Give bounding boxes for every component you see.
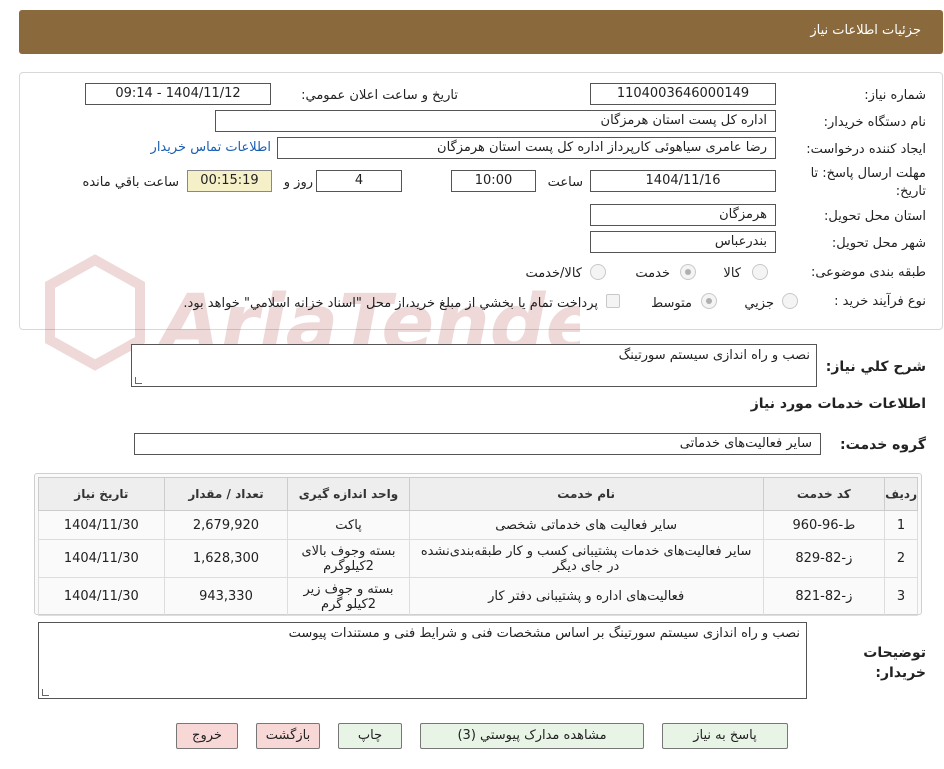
print-button[interactable]: چاپ — [338, 723, 402, 749]
category-both-label: کالا/خدمت — [525, 266, 582, 281]
remaining-time-field: 00:15:19 — [187, 170, 272, 192]
table-row: 1 ط-96-960 سایر فعالیت های خدماتی شخصی پ… — [38, 510, 918, 540]
table-header-row: رديف کد خدمت نام خدمت واحد اندازه گيری ت… — [38, 477, 918, 511]
deadline-time-label: ساعت — [547, 175, 583, 190]
process-medium-label: متوسط — [651, 296, 692, 311]
announce-label: تاريخ و ساعت اعلان عمومي: — [301, 88, 458, 103]
buyer-contact-link[interactable]: اطلاعات تماس خريدار — [151, 140, 271, 155]
services-section-title: اطلاعات خدمات مورد نياز — [750, 396, 926, 412]
buyer-org-field: اداره کل پست استان هرمزگان — [215, 110, 776, 132]
buyer-notes-textarea[interactable]: نصب و راه اندازی سیستم سورتینگ بر اساس م… — [38, 622, 807, 699]
province-label: استان محل تحويل: — [824, 209, 926, 224]
category-label: طبقه بندی موضوعی: — [810, 265, 926, 280]
city-field: بندرعباس — [590, 231, 776, 253]
process-minor-radio[interactable] — [782, 293, 798, 309]
service-group-label: گروه خدمت: — [840, 437, 926, 453]
cell-row-number: 1 — [884, 510, 918, 540]
category-goods-label: کالا — [723, 266, 741, 281]
cell-need-date: 1404/11/30 — [38, 539, 165, 578]
announce-datetime-field: 1404/11/12 - 09:14 — [85, 83, 271, 105]
col-service-name: نام خدمت — [408, 477, 764, 511]
back-button[interactable]: بازگشت — [256, 723, 320, 749]
category-goods-radio[interactable] — [752, 264, 768, 280]
summary-textarea[interactable]: نصب و راه اندازی سیستم سورتینگ — [131, 344, 817, 387]
need-number-label: شماره نياز: — [864, 88, 926, 103]
cell-quantity: 943,330 — [163, 577, 289, 616]
resize-handle-icon[interactable] — [42, 689, 49, 696]
cell-service-code: ز-82-821 — [762, 577, 886, 616]
col-unit: واحد اندازه گيری — [287, 477, 410, 511]
days-field: 4 — [316, 170, 402, 192]
buyer-notes-text: نصب و راه اندازی سیستم سورتینگ بر اساس م… — [288, 626, 800, 641]
process-minor-label: جزيي — [744, 296, 774, 311]
exit-button[interactable]: خروج — [176, 723, 238, 749]
process-medium-radio[interactable] — [701, 293, 717, 309]
days-label: روز و — [283, 175, 313, 190]
cell-service-code: ط-96-960 — [762, 510, 886, 540]
resize-handle-icon[interactable] — [135, 377, 142, 384]
cell-quantity: 1,628,300 — [163, 539, 289, 578]
page-title: جزئيات اطلاعات نياز — [810, 23, 921, 38]
cell-service-name: سایر فعالیت های خدماتی شخصی — [408, 510, 764, 540]
province-field: هرمزگان — [590, 204, 776, 226]
cell-row-number: 3 — [884, 577, 918, 616]
cell-row-number: 2 — [884, 539, 918, 578]
buyer-notes-label: توضيحات خريدار: — [863, 645, 926, 681]
col-need-date: تاريخ نياز — [38, 477, 165, 511]
page-header: جزئيات اطلاعات نياز — [19, 10, 943, 54]
services-table: رديف کد خدمت نام خدمت واحد اندازه گيری ت… — [38, 477, 918, 616]
category-both-radio[interactable] — [590, 264, 606, 280]
cell-service-name: فعالیت‌های اداره و پشتیبانی دفتر کار — [408, 577, 764, 616]
remaining-label: ساعت باقي مانده — [82, 175, 179, 190]
deadline-time-field: 10:00 — [451, 170, 536, 192]
cell-need-date: 1404/11/30 — [38, 577, 165, 616]
need-number-field: 1104003646000149 — [590, 83, 776, 105]
cell-quantity: 2,679,920 — [163, 510, 289, 540]
summary-text: نصب و راه اندازی سیستم سورتینگ — [618, 348, 810, 363]
col-service-code: کد خدمت — [762, 477, 886, 511]
deadline-label: مهلت ارسال پاسخ: تا تاريخ: — [810, 166, 926, 199]
table-row: 2 ز-82-829 سایر فعالیت‌های خدمات پشتیبان… — [38, 539, 918, 578]
deadline-date-field: 1404/11/16 — [590, 170, 776, 192]
process-label: نوع فرآيند خريد : — [834, 294, 926, 309]
buyer-org-label: نام دستگاه خريدار: — [823, 115, 926, 130]
cell-need-date: 1404/11/30 — [38, 510, 165, 540]
reply-button[interactable]: پاسخ به نياز — [662, 723, 788, 749]
table-row: 3 ز-82-821 فعالیت‌های اداره و پشتیبانی د… — [38, 577, 918, 616]
city-label: شهر محل تحويل: — [831, 236, 926, 251]
service-group-field: ساير فعاليت‌هاى خدماتى — [134, 433, 821, 455]
requester-field: رضا عامری سیاهوئی کارپرداز اداره کل پست … — [277, 137, 776, 159]
cell-unit: بسته و جوف زیر 2کیلو گرم — [287, 577, 410, 616]
cell-unit: پاکت — [287, 510, 410, 540]
cell-service-name: سایر فعالیت‌های خدمات پشتیبانی کسب و کار… — [408, 539, 764, 578]
view-attachments-button[interactable]: مشاهده مدارک پيوستي (3) — [420, 723, 644, 749]
category-service-radio[interactable] — [680, 264, 696, 280]
col-quantity: تعداد / مقدار — [163, 477, 289, 511]
treasury-payment-checkbox[interactable] — [606, 294, 620, 308]
category-service-label: خدمت — [635, 266, 670, 281]
cell-unit: بسته وجوف بالای 2کیلوگرم — [287, 539, 410, 578]
cell-service-code: ز-82-829 — [762, 539, 886, 578]
treasury-payment-note: پرداخت تمام يا بخشي از مبلغ خريد،از محل … — [183, 296, 598, 311]
requester-label: ايجاد کننده درخواست: — [806, 142, 926, 157]
col-row-number: رديف — [884, 477, 918, 511]
summary-label: شرح کلي نياز: — [825, 359, 926, 375]
